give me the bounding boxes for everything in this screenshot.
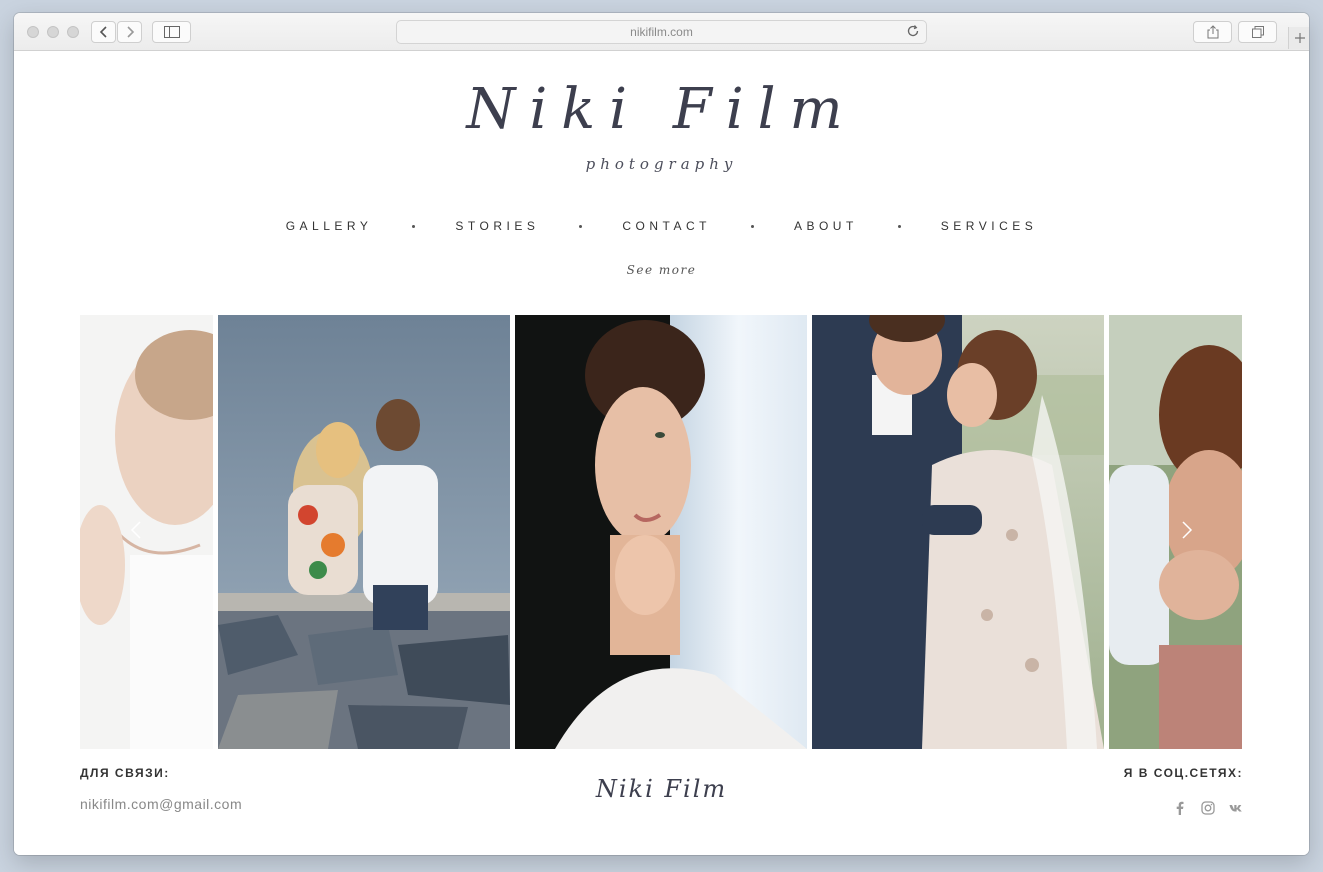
nav-separator — [579, 224, 583, 228]
address-bar[interactable]: nikifilm.com — [396, 20, 927, 44]
nav-separator — [897, 224, 901, 228]
photo-carousel — [80, 315, 1242, 749]
chevron-right-icon — [1182, 521, 1193, 539]
new-tab-button[interactable] — [1288, 27, 1309, 49]
nav-separator — [412, 224, 416, 228]
gallery-photo[interactable] — [515, 315, 807, 749]
carousel-prev-button[interactable] — [124, 520, 148, 544]
back-button[interactable] — [91, 21, 116, 43]
sidebar-toggle-button[interactable] — [152, 21, 191, 43]
share-button[interactable] — [1193, 21, 1232, 43]
chevron-left-icon — [99, 26, 107, 38]
see-more-link[interactable]: See more — [14, 263, 1309, 277]
carousel-next-button[interactable] — [1175, 520, 1199, 544]
url-text: nikifilm.com — [630, 25, 693, 39]
gallery-photo[interactable] — [812, 315, 1104, 749]
gallery-photo[interactable] — [218, 315, 510, 749]
chevron-left-icon — [130, 521, 141, 539]
facebook-icon[interactable] — [1173, 801, 1187, 815]
close-window-button[interactable] — [27, 26, 39, 38]
share-icon — [1207, 25, 1218, 39]
maximize-window-button[interactable] — [67, 26, 79, 38]
reload-icon — [907, 25, 919, 37]
nav-item-contact[interactable]: CONTACT — [622, 219, 711, 233]
vk-icon[interactable] — [1229, 801, 1243, 815]
social-heading: Я В СОЦ.СЕТЯХ: — [1123, 766, 1243, 780]
footer-logo[interactable]: Niki Film — [14, 775, 1309, 803]
sidebar-icon — [163, 26, 180, 38]
nav-item-stories[interactable]: STORIES — [455, 219, 539, 233]
tabs-icon — [1251, 26, 1264, 38]
site-logo-subtitle: photography — [585, 155, 738, 173]
plus-icon — [1294, 33, 1305, 43]
nav-item-gallery[interactable]: GALLERY — [286, 219, 373, 233]
browser-toolbar: nikifilm.com — [14, 13, 1309, 51]
tabs-overview-button[interactable] — [1238, 21, 1277, 43]
main-navigation: GALLERY STORIES CONTACT ABOUT SERVICES — [14, 219, 1309, 233]
site-logo[interactable]: Niki Film — [14, 77, 1309, 142]
reload-button[interactable] — [906, 24, 920, 41]
nav-separator — [750, 224, 754, 228]
forward-button[interactable] — [117, 21, 142, 43]
instagram-icon[interactable] — [1201, 801, 1215, 815]
minimize-window-button[interactable] — [47, 26, 59, 38]
social-links — [1173, 801, 1243, 815]
browser-window: nikifilm.com Niki Film photography GALLE… — [14, 13, 1309, 855]
web-page: Niki Film photography GALLERY STORIES CO… — [14, 51, 1309, 855]
nav-item-services[interactable]: SERVICES — [941, 219, 1037, 233]
chevron-right-icon — [126, 26, 134, 38]
nav-item-about[interactable]: ABOUT — [794, 219, 858, 233]
